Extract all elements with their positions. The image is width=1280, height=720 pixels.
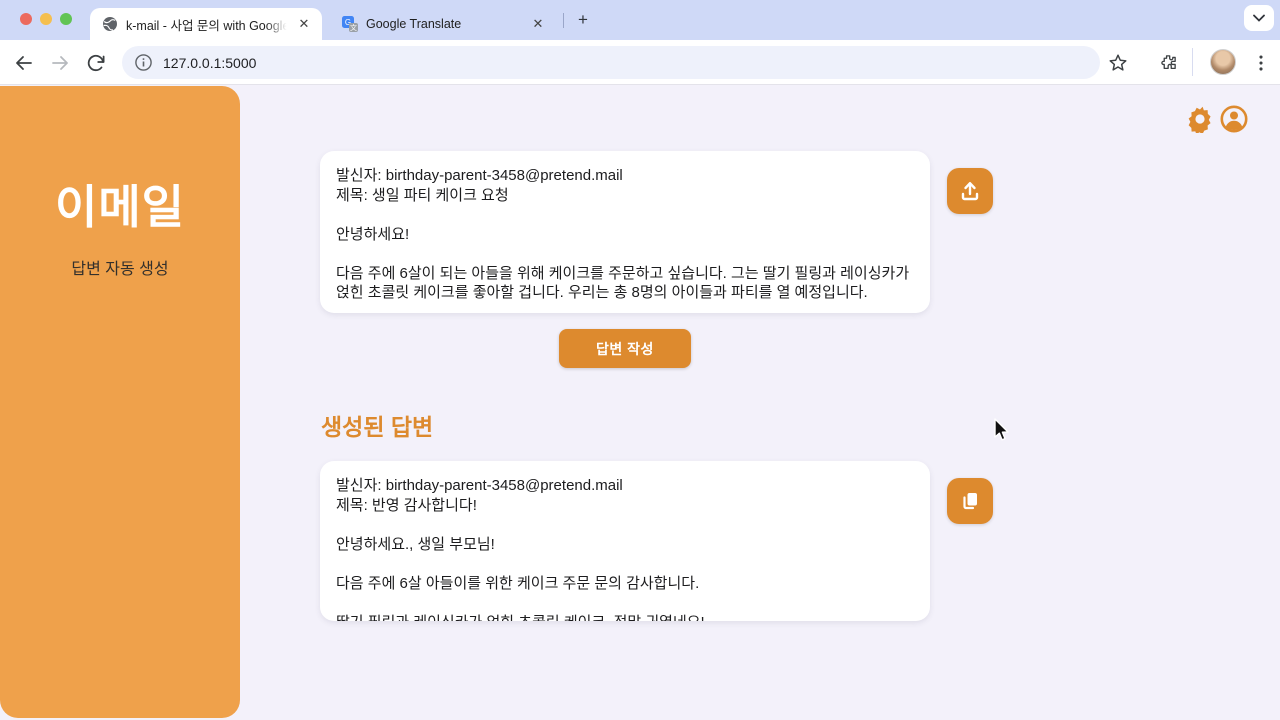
back-icon[interactable] — [12, 51, 36, 75]
upload-icon — [958, 179, 982, 203]
browser-toolbar: 127.0.0.1:5000 — [0, 40, 1280, 85]
translate-favicon-icon: G 文 — [342, 16, 358, 32]
reply-clipped-line: 딸기 필링과 레이싱카가 얹힌 초콜릿 케이크, 정말 귀엽네요! — [336, 613, 914, 622]
reply-greeting: 안녕하세요., 생일 부모님! — [336, 535, 914, 555]
url-text: 127.0.0.1:5000 — [163, 55, 256, 71]
extensions-puzzle-icon[interactable] — [1158, 51, 1180, 75]
tab-title: Google Translate — [366, 17, 524, 31]
tab-search-chevron-button[interactable] — [1244, 5, 1274, 31]
reply-body: 다음 주에 6살 아들이를 위한 케이크 주문 문의 감사합니다. — [336, 574, 914, 594]
macos-zoom-button[interactable] — [60, 13, 72, 25]
macos-close-button[interactable] — [20, 13, 32, 25]
account-user-icon[interactable] — [1220, 105, 1248, 133]
kebab-menu-icon[interactable] — [1250, 51, 1272, 75]
mouse-cursor — [993, 418, 1011, 444]
app-subtitle: 답변 자동 생성 — [0, 255, 240, 279]
chevron-down-icon — [1253, 14, 1265, 22]
app-title: 이메일 — [0, 171, 240, 237]
settings-gear-icon[interactable] — [1186, 105, 1214, 133]
forward-icon[interactable] — [48, 51, 72, 75]
original-email-card: 발신자: birthday-parent-3458@pretend.mail 제… — [320, 151, 930, 313]
generated-reply-heading: 생성된 답변 — [321, 408, 433, 442]
email-body: 다음 주에 6살이 되는 아들을 위해 케이크를 주문하고 싶습니다. 그는 딸… — [336, 264, 914, 303]
reply-subject: 제목: 반영 감사합니다! — [336, 496, 914, 516]
reload-icon[interactable] — [84, 51, 108, 75]
bookmark-star-icon[interactable] — [1107, 51, 1129, 75]
tab-title: k-mail - 사업 문의 with Google — [126, 15, 290, 34]
tab-divider — [563, 13, 564, 28]
app-content: 이메일 답변 자동 생성 발신자: birthday-parent-3458@p… — [0, 86, 1280, 720]
sidebar: 이메일 답변 자동 생성 — [0, 86, 240, 718]
email-subject: 제목: 생일 파티 케이크 요청 — [336, 186, 914, 206]
tab-kmail[interactable]: k-mail - 사업 문의 with Google ✕ — [90, 8, 322, 40]
copy-reply-button[interactable] — [947, 478, 993, 524]
site-info-icon[interactable] — [135, 54, 152, 71]
reply-email-card: 발신자: birthday-parent-3458@pretend.mail 제… — [320, 461, 930, 621]
globe-favicon-icon — [102, 16, 118, 32]
address-bar[interactable]: 127.0.0.1:5000 — [122, 46, 1100, 79]
reply-from: 발신자: birthday-parent-3458@pretend.mail — [336, 476, 914, 496]
toolbar-divider — [1192, 48, 1193, 76]
email-from: 발신자: birthday-parent-3458@pretend.mail — [336, 166, 914, 186]
tab-close-icon[interactable]: ✕ — [296, 16, 312, 32]
macos-minimize-button[interactable] — [40, 13, 52, 25]
tab-close-icon[interactable]: ✕ — [530, 16, 546, 32]
write-reply-button[interactable]: 답변 작성 — [559, 329, 691, 368]
profile-avatar[interactable] — [1210, 49, 1236, 75]
email-greeting: 안녕하세요! — [336, 225, 914, 245]
new-tab-button[interactable]: + — [572, 9, 594, 31]
upload-email-button[interactable] — [947, 168, 993, 214]
tab-google-translate[interactable]: G 文 Google Translate ✕ — [330, 8, 556, 40]
svg-text:文: 文 — [350, 23, 357, 32]
tab-strip: k-mail - 사업 문의 with Google ✕ G 文 Google … — [0, 0, 1280, 40]
copy-icon — [958, 489, 982, 513]
